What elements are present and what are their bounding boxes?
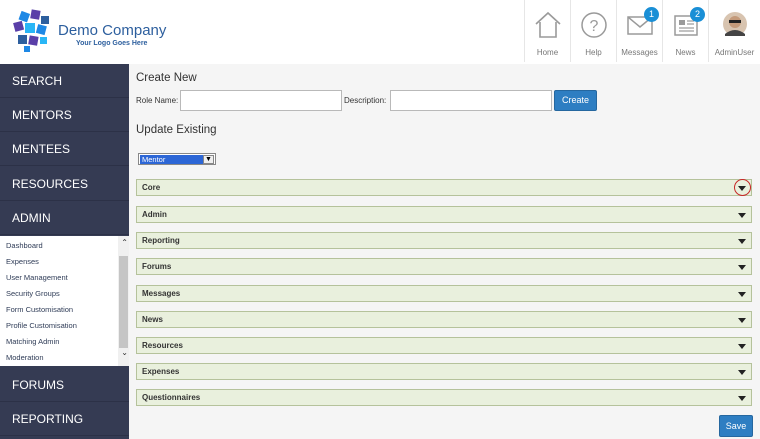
- caret-down-icon[interactable]: [738, 318, 746, 323]
- caret-down-icon[interactable]: [738, 370, 746, 375]
- avatar: [722, 12, 747, 36]
- submenu-item-moderation[interactable]: Moderation: [6, 353, 44, 362]
- company-logo: [13, 9, 49, 52]
- accordion-expenses[interactable]: Expenses: [136, 363, 752, 380]
- news-badge: 2: [690, 7, 705, 22]
- caret-down-icon[interactable]: [738, 344, 746, 349]
- save-button[interactable]: Save: [719, 415, 753, 437]
- sidebar-item-admin[interactable]: ADMIN: [0, 201, 129, 235]
- submenu-item-matching-admin[interactable]: Matching Admin: [6, 337, 59, 346]
- top-header: Demo Company Your Logo Goes Here Home ? …: [0, 0, 760, 64]
- accordion-news[interactable]: News: [136, 311, 752, 328]
- svg-text:?: ?: [589, 18, 598, 35]
- scrollbar-thumb[interactable]: [119, 256, 128, 348]
- submenu-item-security-groups[interactable]: Security Groups: [6, 289, 60, 298]
- accordion-title: Resources: [142, 341, 183, 350]
- nav-messages-label: Messages: [621, 48, 658, 57]
- accordion-resources[interactable]: Resources: [136, 337, 752, 354]
- accordion-title: Messages: [142, 289, 181, 298]
- submenu-item-expenses[interactable]: Expenses: [6, 257, 39, 266]
- nav-news[interactable]: 2 News: [662, 0, 708, 62]
- sidebar-item-search[interactable]: SEARCH: [0, 64, 129, 98]
- nav-help-label: Help: [585, 48, 602, 57]
- update-existing-title: Update Existing: [136, 124, 217, 136]
- main-content: Create New Role Name: Description: Creat…: [129, 64, 760, 439]
- caret-down-icon[interactable]: [738, 396, 746, 401]
- caret-down-icon[interactable]: [738, 239, 746, 244]
- company-tagline: Your Logo Goes Here: [76, 40, 148, 47]
- accordion-title: Forums: [142, 262, 172, 271]
- accordion-reporting[interactable]: Reporting: [136, 232, 752, 249]
- scroll-up-icon[interactable]: ⌃: [121, 238, 128, 247]
- sidebar: SEARCH MENTORS MENTEES RESOURCES ADMIN D…: [0, 64, 129, 439]
- nav-home[interactable]: Home: [524, 0, 570, 62]
- accordion-admin[interactable]: Admin: [136, 206, 752, 223]
- caret-down-icon[interactable]: [738, 292, 746, 297]
- accordion-core[interactable]: Core: [136, 179, 752, 196]
- sidebar-item-resources[interactable]: RESOURCES: [0, 167, 129, 201]
- submenu-item-dashboard[interactable]: Dashboard: [6, 241, 43, 250]
- caret-down-icon[interactable]: [738, 186, 746, 191]
- sidebar-item-mentees[interactable]: MENTEES: [0, 132, 129, 166]
- caret-down-icon[interactable]: [738, 265, 746, 270]
- accordion-messages[interactable]: Messages: [136, 285, 752, 302]
- nav-messages[interactable]: 1 Messages: [616, 0, 662, 62]
- submenu-scrollbar[interactable]: ⌃ ⌄: [118, 236, 129, 366]
- nav-user-label: AdminUser: [714, 48, 755, 57]
- accordion-questionnaires[interactable]: Questionnaires: [136, 389, 752, 406]
- nav-news-label: News: [675, 48, 696, 57]
- caret-down-icon[interactable]: [738, 213, 746, 218]
- accordion-title: Core: [142, 183, 161, 192]
- scroll-down-icon[interactable]: ⌄: [121, 348, 128, 357]
- accordion-title: News: [142, 315, 163, 324]
- description-input[interactable]: [390, 90, 552, 111]
- role-select[interactable]: Mentor ▼: [138, 153, 216, 165]
- role-select-value: Mentor: [140, 155, 203, 164]
- accordion-title: Expenses: [142, 367, 180, 376]
- create-new-title: Create New: [136, 72, 197, 84]
- role-name-label: Role Name:: [136, 96, 179, 105]
- role-name-input[interactable]: [180, 90, 342, 111]
- sidebar-item-mentors[interactable]: MENTORS: [0, 98, 129, 132]
- create-button[interactable]: Create: [554, 90, 597, 111]
- accordion-title: Reporting: [142, 236, 180, 245]
- description-label: Description:: [344, 96, 387, 105]
- nav-home-label: Home: [536, 48, 559, 57]
- nav-user[interactable]: AdminUser: [708, 0, 760, 62]
- submenu-item-form-customisation[interactable]: Form Customisation: [6, 305, 73, 314]
- accordion-title: Questionnaires: [142, 393, 201, 402]
- company-name: Demo Company: [58, 22, 167, 39]
- accordion-title: Admin: [142, 210, 167, 219]
- accordion-forums[interactable]: Forums: [136, 258, 752, 275]
- sidebar-item-reporting[interactable]: REPORTING: [0, 402, 129, 436]
- messages-badge: 1: [644, 7, 659, 22]
- chevron-down-icon[interactable]: ▼: [203, 155, 214, 164]
- nav-help[interactable]: ? Help: [570, 0, 616, 62]
- submenu-item-user-management[interactable]: User Management: [6, 273, 68, 282]
- sidebar-item-forums[interactable]: FORUMS: [0, 368, 129, 402]
- home-icon: [534, 11, 561, 38]
- help-icon: ?: [580, 12, 607, 38]
- admin-submenu: Dashboard Expenses User Management Secur…: [0, 236, 129, 366]
- submenu-item-profile-customisation[interactable]: Profile Customisation: [6, 321, 77, 330]
